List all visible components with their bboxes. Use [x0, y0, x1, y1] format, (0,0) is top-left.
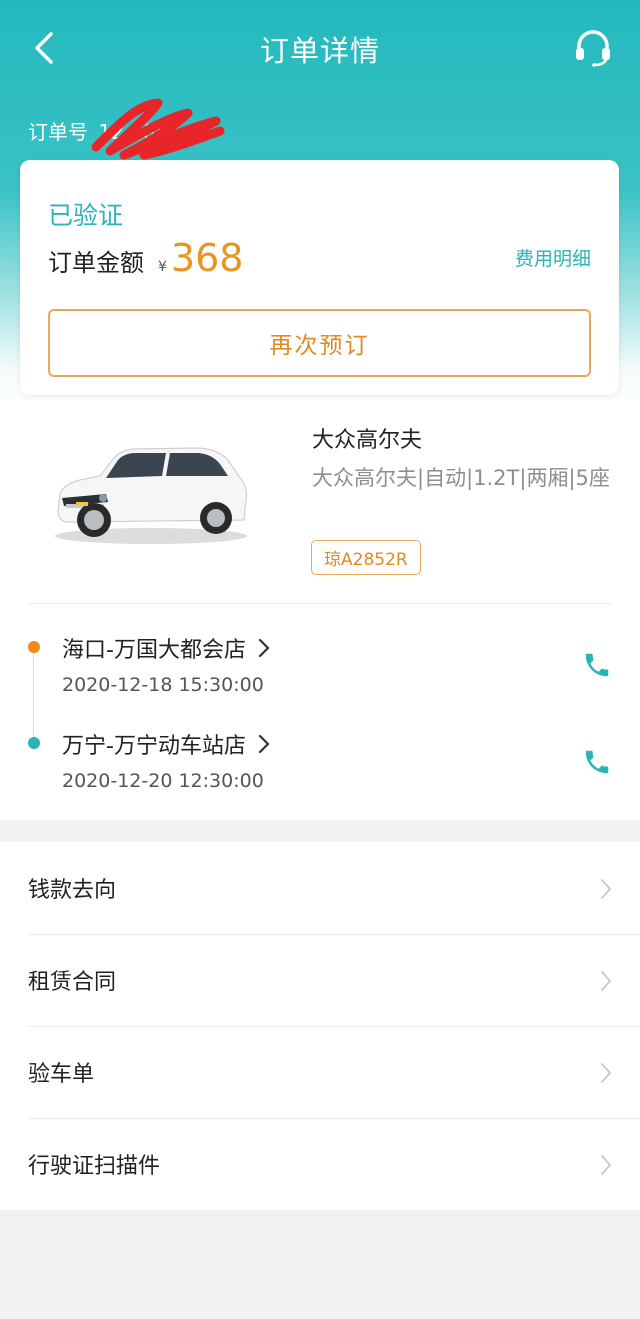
pickup-time: 2020-12-18 15:30:00	[62, 674, 264, 696]
pickup-phone-button[interactable]	[580, 648, 614, 682]
rebook-button[interactable]: 再次预订	[48, 309, 591, 377]
order-status: 已验证	[48, 201, 124, 230]
menu-item-label: 钱款去向	[28, 878, 117, 903]
pickup-dot	[28, 641, 40, 653]
return-store-link[interactable]: 万宁-万宁动车站店	[62, 728, 270, 760]
redaction-scribble	[91, 98, 225, 160]
currency-symbol: ¥	[158, 259, 167, 275]
headset-icon	[576, 30, 610, 67]
chevron-right-icon	[258, 638, 270, 658]
chevron-right-icon	[601, 1155, 611, 1175]
car-image	[55, 447, 247, 544]
page-title: 订单详情	[259, 34, 380, 68]
car-spec: 大众高尔夫|自动|1.2T|两厢|5座	[312, 466, 610, 490]
phone-icon	[585, 750, 609, 774]
order-amount-label: 订单金额	[48, 249, 144, 277]
chevron-right-icon	[258, 734, 270, 754]
menu-item-inspection-form[interactable]: 验车单	[0, 1026, 640, 1118]
timeline-line	[33, 650, 34, 742]
menu-item-label: 租赁合同	[28, 970, 117, 995]
pickup-store-link[interactable]: 海口-万国大都会店	[62, 632, 270, 664]
order-number-label: 订单号	[28, 120, 88, 144]
menu-item-license-scan[interactable]: 行驶证扫描件	[0, 1118, 640, 1210]
chevron-right-icon	[601, 879, 611, 899]
customer-service-button[interactable]	[570, 24, 616, 70]
car-info-section: 大众高尔夫 大众高尔夫|自动|1.2T|两厢|5座 琼A2852R 海口-万国大…	[0, 400, 640, 820]
divider	[28, 603, 612, 604]
menu-item-rental-contract[interactable]: 租赁合同	[0, 934, 640, 1026]
order-documents-menu: 钱款去向 租赁合同 验车单 行驶证扫描件	[0, 842, 640, 1210]
menu-item-label: 行驶证扫描件	[28, 1154, 161, 1179]
order-amount-value: 368	[170, 236, 244, 280]
return-store-name: 万宁-万宁动车站店	[62, 734, 246, 759]
menu-item-label: 验车单	[28, 1062, 95, 1087]
order-amount-row: 订单金额 ¥ 368	[48, 236, 243, 280]
chevron-right-icon	[601, 971, 611, 991]
chevron-right-icon	[601, 1063, 611, 1083]
car-name: 大众高尔夫	[312, 428, 423, 453]
menu-item-payment-flow[interactable]: 钱款去向	[0, 842, 640, 934]
return-dot	[28, 737, 40, 749]
license-plate-tag: 琼A2852R	[311, 540, 421, 575]
pickup-store-name: 海口-万国大都会店	[62, 638, 246, 663]
return-time: 2020-12-20 12:30:00	[62, 770, 264, 792]
phone-icon	[585, 653, 609, 677]
order-status-card: 已验证 订单金额 ¥ 368 费用明细 再次预订	[20, 160, 619, 395]
return-phone-button[interactable]	[580, 745, 614, 779]
fee-detail-link[interactable]: 费用明细	[515, 244, 591, 271]
top-bar: 订单详情	[0, 0, 640, 96]
